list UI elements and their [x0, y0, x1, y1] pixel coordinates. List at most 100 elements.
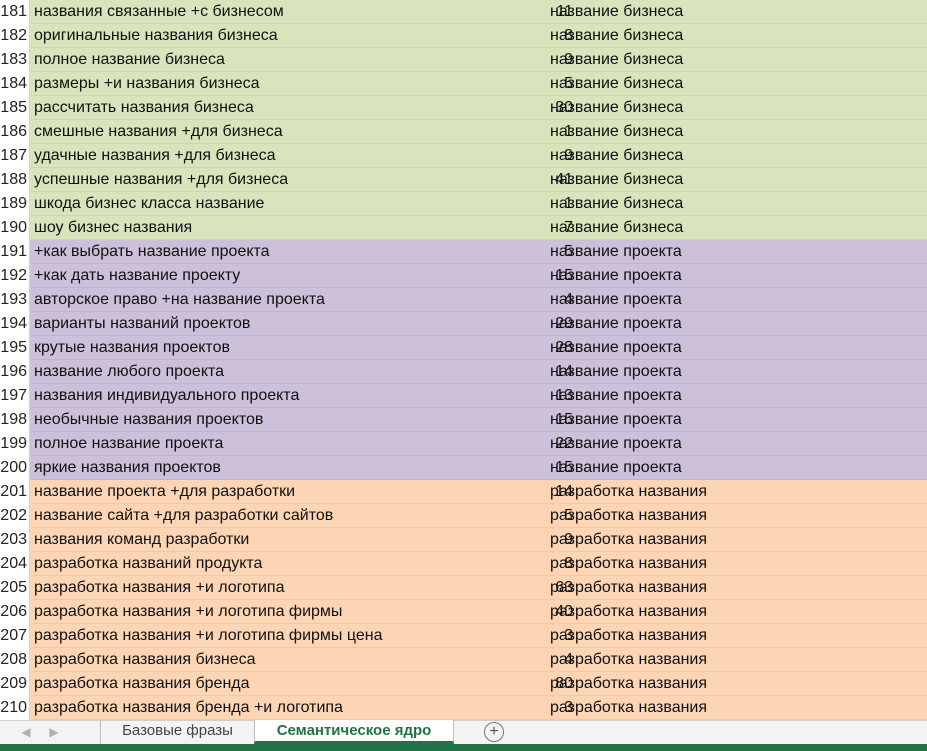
cell-group[interactable]: название бизнеса [550, 192, 920, 216]
cell-group[interactable]: название проекта [550, 360, 920, 384]
cell-group[interactable]: название проекта [550, 288, 920, 312]
cell-group[interactable]: разработка названия [550, 648, 920, 672]
cell-group[interactable]: разработка названия [550, 696, 920, 720]
cell-group[interactable]: название проекта [550, 264, 920, 288]
cell-phrase[interactable]: шоу бизнес названия [34, 216, 514, 240]
row-number[interactable]: 187 [0, 144, 30, 168]
cell-group[interactable]: разработка названия [550, 552, 920, 576]
cell-phrase[interactable]: разработка названия +и логотипа фирмы [34, 600, 514, 624]
row-number[interactable]: 201 [0, 480, 30, 504]
cell-phrase[interactable]: смешные названия +для бизнеса [34, 120, 514, 144]
row-number[interactable]: 190 [0, 216, 30, 240]
table-row: 189 шкода бизнес класса название 1 название… [0, 192, 927, 216]
row-number[interactable]: 203 [0, 528, 30, 552]
row-number[interactable]: 200 [0, 456, 30, 480]
row-cells: названия команд разработки 9 разработка на… [30, 528, 927, 552]
cell-phrase[interactable]: рассчитать названия бизнеса [34, 96, 514, 120]
cell-group[interactable]: название бизнеса [550, 24, 920, 48]
cell-phrase[interactable]: размеры +и названия бизнеса [34, 72, 514, 96]
row-number[interactable]: 183 [0, 48, 30, 72]
cell-phrase[interactable]: название проекта +для разработки [34, 480, 514, 504]
cell-group[interactable]: название бизнеса [550, 216, 920, 240]
cell-group[interactable]: разработка названия [550, 600, 920, 624]
row-number[interactable]: 185 [0, 96, 30, 120]
cell-group[interactable]: название бизнеса [550, 96, 920, 120]
tab-base-phrases[interactable]: Базовые фразы [100, 720, 254, 744]
cell-phrase[interactable]: необычные названия проектов [34, 408, 514, 432]
cell-phrase[interactable]: название любого проекта [34, 360, 514, 384]
cell-phrase[interactable]: разработка названий продукта [34, 552, 514, 576]
row-number[interactable]: 194 [0, 312, 30, 336]
row-number[interactable]: 193 [0, 288, 30, 312]
row-number[interactable]: 181 [0, 0, 30, 24]
cell-group[interactable]: название бизнеса [550, 72, 920, 96]
cell-group[interactable]: название проекта [550, 240, 920, 264]
cell-group[interactable]: разработка названия [550, 480, 920, 504]
cell-group[interactable]: разработка названия [550, 624, 920, 648]
row-number[interactable]: 202 [0, 504, 30, 528]
cell-phrase[interactable]: название сайта +для разработки сайтов [34, 504, 514, 528]
cell-group[interactable]: разработка названия [550, 672, 920, 696]
cell-phrase[interactable]: полное название бизнеса [34, 48, 514, 72]
row-number[interactable]: 195 [0, 336, 30, 360]
cell-phrase[interactable]: разработка названия +и логотипа фирмы це… [34, 624, 514, 648]
row-number[interactable]: 188 [0, 168, 30, 192]
cell-phrase[interactable]: полное название проекта [34, 432, 514, 456]
cell-group[interactable]: название проекта [550, 312, 920, 336]
cell-phrase[interactable]: оригинальные названия бизнеса [34, 24, 514, 48]
cell-group[interactable]: разработка названия [550, 528, 920, 552]
cell-group[interactable]: разработка названия [550, 504, 920, 528]
row-number[interactable]: 206 [0, 600, 30, 624]
cell-phrase[interactable]: разработка названия бренда +и логотипа [34, 696, 514, 720]
cell-group[interactable]: название бизнеса [550, 144, 920, 168]
row-number[interactable]: 207 [0, 624, 30, 648]
cell-phrase[interactable]: яркие названия проектов [34, 456, 514, 480]
cell-phrase[interactable]: названия команд разработки [34, 528, 514, 552]
cell-phrase[interactable]: шкода бизнес класса название [34, 192, 514, 216]
row-number[interactable]: 197 [0, 384, 30, 408]
spreadsheet-grid[interactable]: 181 названия связанные +с бизнесом 11 назва… [0, 0, 927, 720]
row-number[interactable]: 210 [0, 696, 30, 720]
cell-group[interactable]: название проекта [550, 408, 920, 432]
cell-group[interactable]: название бизнеса [550, 48, 920, 72]
row-number[interactable]: 192 [0, 264, 30, 288]
row-number[interactable]: 186 [0, 120, 30, 144]
cell-phrase[interactable]: +как дать название проекту [34, 264, 514, 288]
cell-group[interactable]: название бизнеса [550, 0, 920, 24]
prev-sheet-icon[interactable]: ◀ [16, 723, 36, 741]
cell-phrase[interactable]: крутые названия проектов [34, 336, 514, 360]
row-number[interactable]: 198 [0, 408, 30, 432]
cell-phrase[interactable]: успешные названия +для бизнеса [34, 168, 514, 192]
row-number[interactable]: 196 [0, 360, 30, 384]
cell-group[interactable]: название проекта [550, 456, 920, 480]
row-number[interactable]: 208 [0, 648, 30, 672]
row-number[interactable]: 199 [0, 432, 30, 456]
row-number[interactable]: 205 [0, 576, 30, 600]
row-number[interactable]: 204 [0, 552, 30, 576]
row-number[interactable]: 189 [0, 192, 30, 216]
cell-phrase[interactable]: авторское право +на название проекта [34, 288, 514, 312]
cell-phrase[interactable]: названия индивидуального проекта [34, 384, 514, 408]
table-row: 205 разработка названия +и логотипа 63 разр… [0, 576, 927, 600]
cell-group[interactable]: название бизнеса [550, 168, 920, 192]
row-number[interactable]: 209 [0, 672, 30, 696]
cell-group[interactable]: разработка названия [550, 576, 920, 600]
cell-phrase[interactable]: +как выбрать название проекта [34, 240, 514, 264]
add-sheet-icon[interactable]: + [484, 722, 504, 742]
row-cells: разработка названия бренда 80 разработка н… [30, 672, 927, 696]
cell-group[interactable]: название проекта [550, 432, 920, 456]
cell-phrase[interactable]: варианты названий проектов [34, 312, 514, 336]
cell-group[interactable]: название бизнеса [550, 120, 920, 144]
tab-semantic-core[interactable]: Семантическое ядро [254, 720, 454, 744]
row-number[interactable]: 191 [0, 240, 30, 264]
next-sheet-icon[interactable]: ▶ [44, 723, 64, 741]
cell-group[interactable]: название проекта [550, 336, 920, 360]
cell-phrase[interactable]: удачные названия +для бизнеса [34, 144, 514, 168]
cell-phrase[interactable]: названия связанные +с бизнесом [34, 0, 514, 24]
row-number[interactable]: 184 [0, 72, 30, 96]
cell-phrase[interactable]: разработка названия бизнеса [34, 648, 514, 672]
cell-phrase[interactable]: разработка названия +и логотипа [34, 576, 514, 600]
cell-group[interactable]: название проекта [550, 384, 920, 408]
cell-phrase[interactable]: разработка названия бренда [34, 672, 514, 696]
row-number[interactable]: 182 [0, 24, 30, 48]
